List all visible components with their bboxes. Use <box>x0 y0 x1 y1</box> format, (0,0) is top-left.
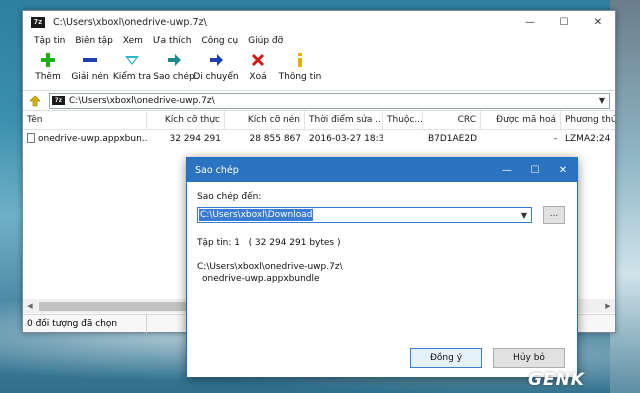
dialog-title-bar: Sao chép — ☐ ✕ <box>187 158 577 182</box>
row-method: LZMA2:24 <box>565 133 611 144</box>
files-bytes: ( 32 294 291 bytes ) <box>248 238 341 248</box>
extract-button[interactable]: Giải nén <box>69 51 111 89</box>
row-modified: 2016-03-27 18:36 <box>309 133 383 144</box>
window-title: C:\Users\xboxl\onedrive-uwp.7z\ <box>53 16 207 28</box>
row-size: 32 294 291 <box>169 133 221 144</box>
source-path: C:\Users\xboxl\onedrive-uwp.7z\ <box>197 262 343 272</box>
minimize-icon: — <box>502 164 512 176</box>
minimize-button[interactable]: — <box>513 11 547 33</box>
test-label: Kiểm tra <box>112 72 152 82</box>
destination-label: Sao chép đến: <box>197 192 262 202</box>
genk-logo: GENK <box>528 370 585 390</box>
address-input[interactable]: 7z C:\Users\xboxl\onedrive-uwp.7z\ ▼ <box>49 92 610 109</box>
extract-label: Giải nén <box>71 72 109 82</box>
destination-value[interactable]: C:\Users\xboxl\Download <box>199 209 314 221</box>
dialog-minimize-button[interactable]: — <box>493 158 521 182</box>
browse-button[interactable]: ... <box>543 206 565 224</box>
row-packed-size: 28 855 867 <box>249 133 301 144</box>
close-icon: ✕ <box>558 164 568 176</box>
add-label: Thêm <box>35 72 61 82</box>
maximize-button[interactable]: ☐ <box>547 11 581 33</box>
status-selected: 0 đối tượng đã chọn <box>23 314 147 333</box>
window-controls: — ☐ ✕ <box>513 11 615 33</box>
files-count: 1 <box>234 238 240 248</box>
info-label: Thông tin <box>278 72 322 82</box>
address-bar: 7z C:\Users\xboxl\onedrive-uwp.7z\ ▼ <box>23 91 615 111</box>
chevron-down-icon[interactable]: ▼ <box>517 211 531 220</box>
table-row[interactable]: onedrive-uwp.appxbun... 32 294 291 28 85… <box>23 130 615 147</box>
files-label: Tập tin: <box>197 238 232 248</box>
test-icon <box>123 51 141 69</box>
menu-edit[interactable]: Biên tập <box>70 36 118 46</box>
dialog-title: Sao chép <box>195 164 239 176</box>
delete-button[interactable]: Xoá <box>237 51 279 89</box>
source-file: onedrive-uwp.appxbundle <box>202 274 320 284</box>
row-name: onedrive-uwp.appxbun... <box>38 134 147 144</box>
address-value: C:\Users\xboxl\onedrive-uwp.7z\ <box>69 95 215 106</box>
copy-dialog: Sao chép — ☐ ✕ Sao chép đến: C:\Users\xb… <box>186 157 578 377</box>
column-name[interactable]: Tên <box>23 111 147 129</box>
move-label: Di chuyển <box>193 72 239 82</box>
column-modified[interactable]: Thời điểm sửa ... <box>305 111 383 129</box>
menu-view[interactable]: Xem <box>118 36 148 46</box>
file-icon <box>27 133 35 143</box>
7zip-app-icon: 7z <box>31 16 45 28</box>
toolbar: Thêm Giải nén Kiểm tra Sao chép Di chuyể… <box>23 49 615 91</box>
delete-label: Xoá <box>249 72 267 82</box>
folder-up-icon[interactable] <box>27 94 43 108</box>
copy-icon <box>165 51 183 69</box>
delete-icon <box>249 51 267 69</box>
maximize-icon: ☐ <box>559 16 569 28</box>
dialog-maximize-button[interactable]: ☐ <box>521 158 549 182</box>
add-icon <box>39 51 57 69</box>
destination-combobox[interactable]: C:\Users\xboxl\Download ▼ <box>197 207 532 223</box>
test-button[interactable]: Kiểm tra <box>111 51 153 89</box>
column-crc[interactable]: CRC <box>423 111 481 129</box>
column-attributes[interactable]: Thuộc... <box>383 111 423 129</box>
extract-icon <box>81 51 99 69</box>
chevron-down-icon[interactable]: ▼ <box>595 96 609 105</box>
list-header: Tên Kích cỡ thực Kích cỡ nén Thời điểm s… <box>23 111 615 130</box>
files-info: Tập tin: 1 ( 32 294 291 bytes ) <box>197 238 341 248</box>
column-encrypted[interactable]: Được mã hoá <box>481 111 561 129</box>
dialog-controls: — ☐ ✕ <box>493 158 577 182</box>
column-method[interactable]: Phương thức <box>561 111 615 129</box>
move-button[interactable]: Di chuyển <box>193 51 239 89</box>
move-icon <box>207 51 225 69</box>
menu-tools[interactable]: Công cụ <box>196 36 243 46</box>
column-size[interactable]: Kích cỡ thực <box>147 111 225 129</box>
scroll-left-icon[interactable]: ◀ <box>23 302 37 310</box>
copy-label: Sao chép <box>153 72 195 82</box>
maximize-icon: ☐ <box>530 164 540 176</box>
menu-file[interactable]: Tập tin <box>29 36 70 46</box>
minimize-icon: — <box>525 16 535 28</box>
row-crc: B7D1AE2D <box>427 133 477 144</box>
info-icon <box>291 51 309 69</box>
menu-favorites[interactable]: Ưa thích <box>148 36 196 46</box>
scroll-right-icon[interactable]: ▶ <box>601 302 615 310</box>
close-button[interactable]: ✕ <box>581 11 615 33</box>
column-packed-size[interactable]: Kích cỡ nén <box>225 111 305 129</box>
close-icon: ✕ <box>593 16 603 28</box>
dialog-close-button[interactable]: ✕ <box>549 158 577 182</box>
row-name-cell: onedrive-uwp.appxbun... <box>23 133 147 144</box>
dialog-body: Sao chép đến: C:\Users\xboxl\Download ▼ … <box>187 182 577 377</box>
row-encrypted: - <box>553 133 557 144</box>
copy-button[interactable]: Sao chép <box>153 51 195 89</box>
info-button[interactable]: Thông tin <box>279 51 321 89</box>
menu-help[interactable]: Giúp đỡ <box>243 36 288 46</box>
menu-bar: Tập tin Biên tập Xem Ưa thích Công cụ Gi… <box>23 33 615 49</box>
ok-button[interactable]: Đồng ý <box>410 348 482 368</box>
cancel-button[interactable]: Hủy bỏ <box>493 348 565 368</box>
title-bar: 7z C:\Users\xboxl\onedrive-uwp.7z\ — ☐ ✕ <box>23 11 615 33</box>
add-button[interactable]: Thêm <box>27 51 69 89</box>
archive-icon: 7z <box>52 96 65 105</box>
